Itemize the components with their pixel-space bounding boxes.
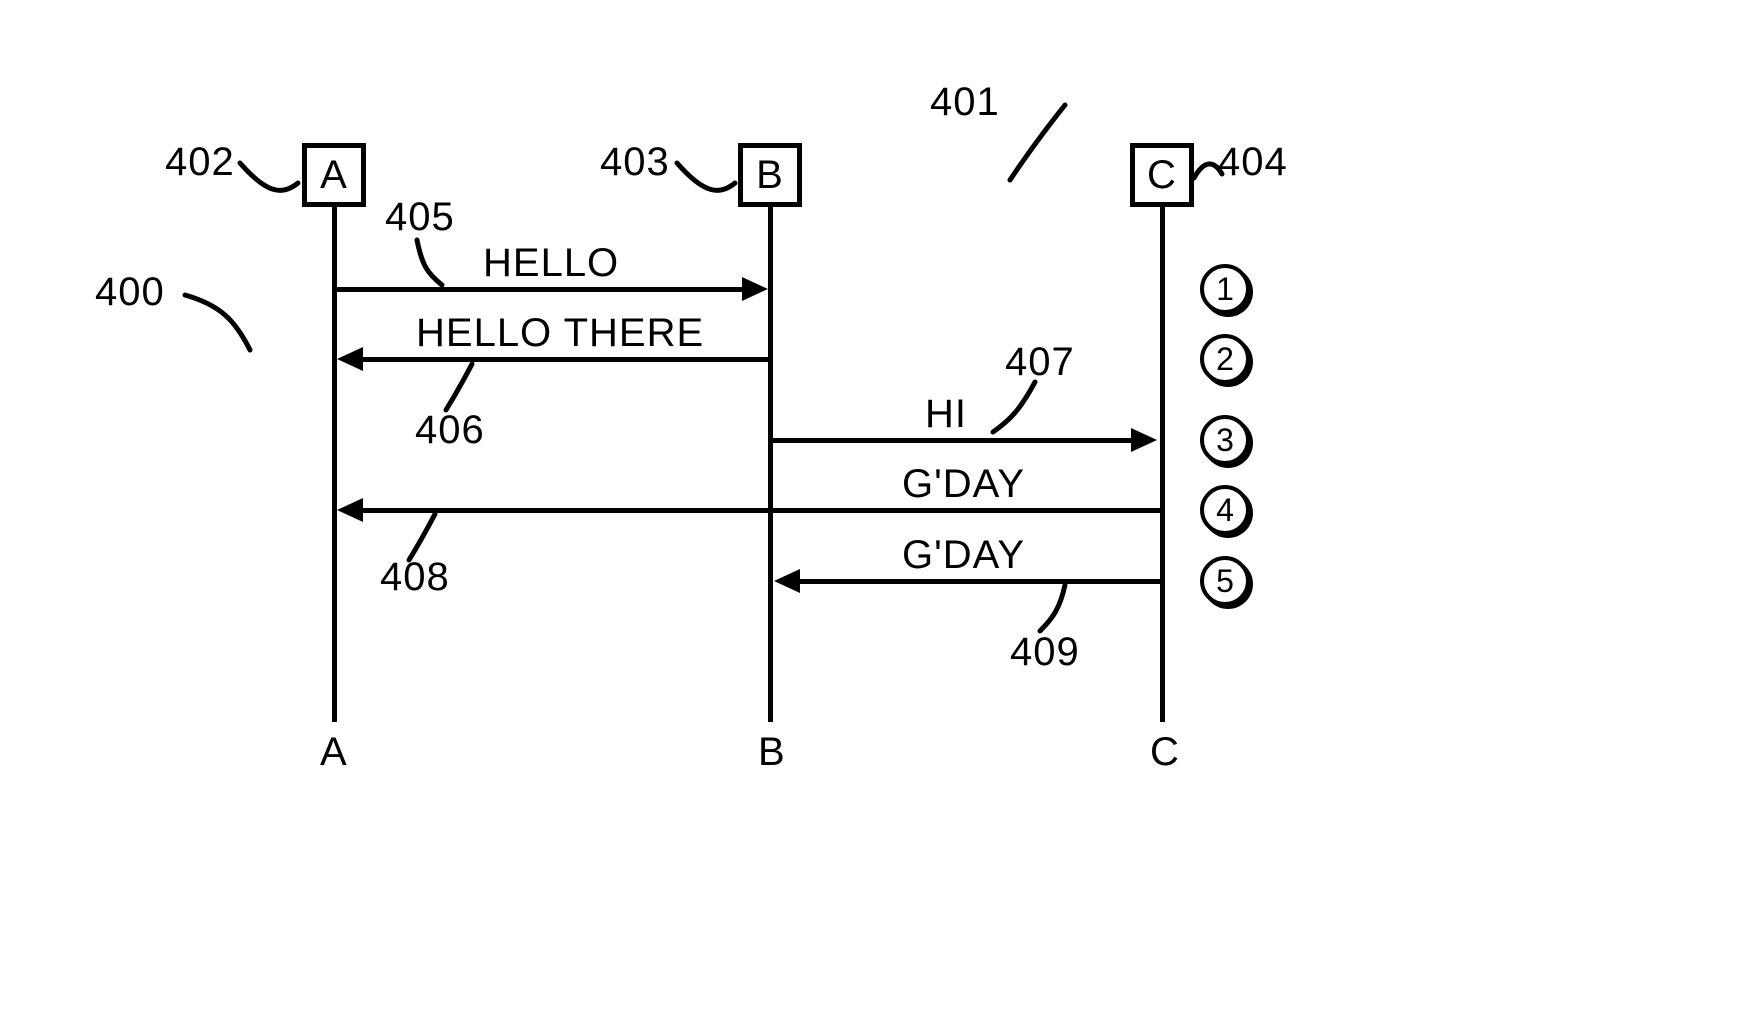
bottom-a: A <box>320 730 348 775</box>
msg-3-text: HI <box>925 392 967 437</box>
step-4-label: 4 <box>1216 492 1234 529</box>
ref-400: 400 <box>95 270 165 315</box>
sequence-diagram: A B C 402 403 404 400 401 HELLO 405 HELL… <box>0 0 1764 1029</box>
lifeline-a <box>332 207 337 722</box>
actor-c: C <box>1130 143 1194 207</box>
msg-5-line <box>792 579 1162 584</box>
msg-2-arrowhead <box>337 347 363 371</box>
ref-401: 401 <box>930 80 1000 125</box>
msg-1-arrowhead <box>742 277 768 301</box>
msg-5-text: G'DAY <box>902 533 1025 578</box>
ref-407: 407 <box>1005 340 1075 385</box>
msg-1-line <box>337 287 749 292</box>
msg-4-line <box>355 508 1162 513</box>
step-1: 1 <box>1200 264 1250 314</box>
step-2-label: 2 <box>1216 341 1234 378</box>
lead-407 <box>985 380 1045 440</box>
lead-403 <box>675 155 745 215</box>
lead-406 <box>442 362 492 417</box>
actor-a-label: A <box>320 153 348 198</box>
step-5-label: 5 <box>1216 563 1234 600</box>
lead-401 <box>1000 100 1080 190</box>
lifeline-b <box>768 207 773 722</box>
lead-405 <box>412 235 462 290</box>
actor-b-label: B <box>756 153 784 198</box>
step-4: 4 <box>1200 485 1250 535</box>
step-3: 3 <box>1200 415 1250 465</box>
lead-404 <box>1192 160 1232 200</box>
msg-3-line <box>773 438 1138 443</box>
ref-405: 405 <box>385 195 455 240</box>
msg-3-arrowhead <box>1131 428 1157 452</box>
step-2: 2 <box>1200 334 1250 384</box>
msg-1-text: HELLO <box>483 241 619 286</box>
lead-408 <box>405 512 455 567</box>
step-3-label: 3 <box>1216 422 1234 459</box>
msg-2-line <box>355 357 769 362</box>
actor-c-label: C <box>1147 153 1177 198</box>
lead-409 <box>1035 583 1085 638</box>
lead-400 <box>180 290 270 360</box>
bottom-c: C <box>1150 730 1180 775</box>
actor-b: B <box>738 143 802 207</box>
actor-a: A <box>302 143 366 207</box>
ref-402: 402 <box>165 140 235 185</box>
bottom-b: B <box>758 730 786 775</box>
step-5: 5 <box>1200 556 1250 606</box>
msg-4-text: G'DAY <box>902 462 1025 507</box>
lead-402 <box>238 155 308 215</box>
step-1-label: 1 <box>1216 271 1234 308</box>
msg-2-text: HELLO THERE <box>416 311 704 356</box>
msg-4-arrowhead <box>337 498 363 522</box>
msg-5-arrowhead <box>774 569 800 593</box>
ref-403: 403 <box>600 140 670 185</box>
lifeline-c <box>1160 207 1165 722</box>
